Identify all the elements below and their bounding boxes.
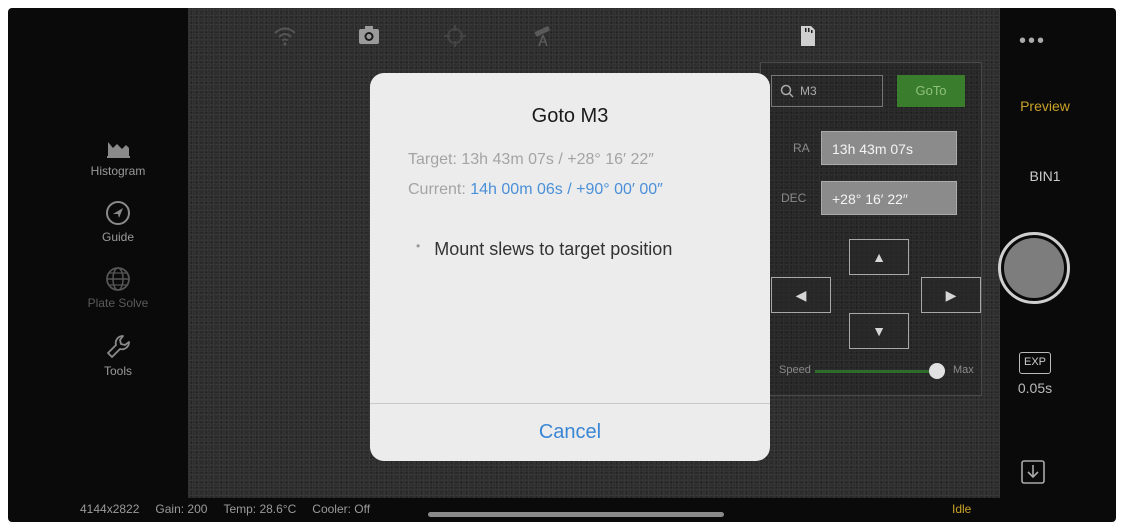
more-icon[interactable]: •••: [1019, 30, 1046, 53]
speed-max-label: Max: [953, 364, 974, 376]
dialog-message-text: Mount slews to target position: [434, 239, 673, 259]
guide-icon: [106, 201, 130, 225]
sidebar-item-plate-solve[interactable]: Plate Solve: [68, 264, 168, 310]
sidebar-item-histogram[interactable]: Histogram: [68, 132, 168, 178]
exposure-button[interactable]: EXP: [1019, 352, 1051, 374]
sidebar-item-label: Plate Solve: [87, 296, 149, 310]
arrow-up-icon: ▲: [872, 249, 886, 265]
wifi-icon[interactable]: [270, 22, 300, 50]
speed-slider-knob[interactable]: [929, 363, 945, 379]
sidebar-item-label: Histogram: [90, 164, 146, 178]
cancel-button[interactable]: Cancel: [370, 404, 770, 461]
speed-slider-row: Speed Max: [771, 363, 975, 379]
dialog-message: • Mount slews to target position: [416, 239, 672, 260]
sidebar-item-tools[interactable]: Tools: [68, 332, 168, 378]
dialog-title: Goto M3: [531, 105, 609, 127]
camera-icon[interactable]: [354, 22, 384, 50]
target-value: 13h 43m 07s / +28° 16′ 22″: [461, 151, 654, 168]
mount-control-panel: M3 GoTo RA 13h 43m 07s DEC +28° 16′ 22″ …: [760, 62, 982, 396]
wrench-icon: [107, 335, 130, 358]
speed-label: Speed: [779, 364, 811, 376]
search-icon: [780, 84, 794, 98]
arrow-down-icon: ▼: [872, 323, 886, 339]
exposure-value: 0.05s: [1017, 380, 1053, 396]
arrow-right-icon: ▶: [945, 286, 957, 303]
status-bar: 4144x2822 Gain: 200 Temp: 28.6°C Cooler:…: [80, 502, 370, 516]
current-coordinates: Current: 14h 00m 06s / +90° 00′ 00″: [408, 181, 663, 199]
dec-field[interactable]: +28° 16′ 22″: [821, 181, 957, 215]
sidebar-item-label: Tools: [103, 364, 132, 378]
target-search-input[interactable]: M3: [771, 75, 883, 107]
goto-button[interactable]: GoTo: [897, 75, 965, 107]
cooler-text: Cooler: Off: [312, 502, 371, 516]
crosshair-icon[interactable]: [440, 22, 470, 50]
ra-field[interactable]: 13h 43m 07s: [821, 131, 957, 165]
search-value: M3: [800, 84, 817, 98]
slew-down-button[interactable]: ▼: [849, 313, 909, 349]
goto-dialog: Goto M3 Target: 13h 43m 07s / +28° 16′ 2…: [370, 73, 770, 461]
temp-text: Temp: 28.6°C: [223, 502, 297, 516]
target-coordinates: Target: 13h 43m 07s / +28° 16′ 22″: [408, 151, 654, 169]
shutter-button[interactable]: [998, 232, 1070, 304]
camera-state-text: Idle: [952, 502, 972, 516]
telescope-icon[interactable]: [528, 22, 558, 50]
home-indicator[interactable]: [428, 512, 724, 517]
ra-label: RA: [793, 141, 810, 155]
download-icon[interactable]: [1019, 458, 1047, 486]
sd-card-icon[interactable]: [792, 22, 822, 50]
sidebar-item-guide[interactable]: Guide: [68, 198, 168, 244]
bin-button[interactable]: BIN1: [1005, 168, 1085, 184]
dec-label: DEC: [781, 191, 807, 205]
slew-left-button[interactable]: ◀: [771, 277, 831, 313]
resolution-text: 4144x2822: [80, 502, 140, 516]
current-value: 14h 00m 06s / +90° 00′ 00″: [470, 181, 663, 198]
arrow-left-icon: ◀: [795, 286, 807, 303]
slew-right-button[interactable]: ▶: [921, 277, 981, 313]
preview-mode-button[interactable]: Preview: [1005, 98, 1085, 114]
target-label: Target:: [408, 151, 457, 168]
speed-slider-track[interactable]: [815, 370, 935, 373]
histogram-icon: [107, 142, 130, 158]
current-label: Current:: [408, 181, 466, 198]
bullet-dot: •: [416, 239, 421, 253]
slew-up-button[interactable]: ▲: [849, 239, 909, 275]
gain-text: Gain: 200: [155, 502, 208, 516]
globe-icon: [106, 267, 130, 291]
sidebar-item-label: Guide: [101, 230, 135, 244]
shutter-inner: [1004, 238, 1064, 298]
